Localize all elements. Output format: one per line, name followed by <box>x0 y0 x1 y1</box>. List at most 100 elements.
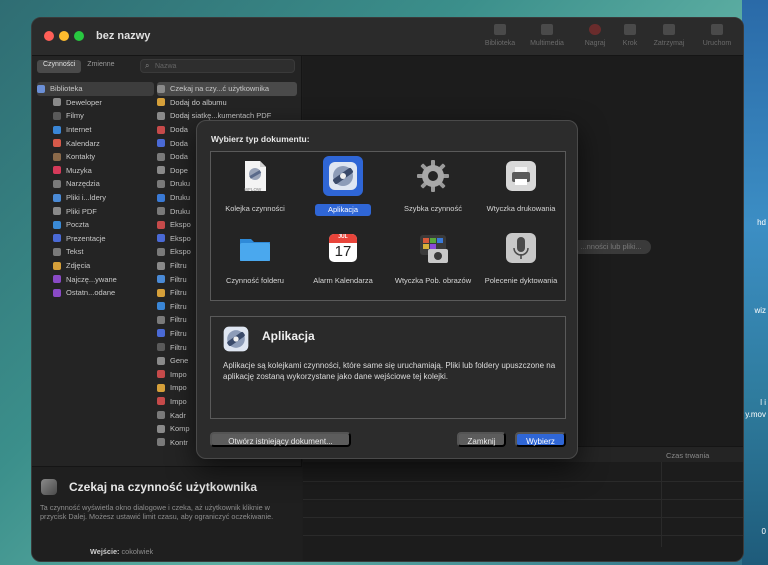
title-bar: bez nazwy Biblioteka Multimedia Nagraj K… <box>32 18 743 56</box>
action-icon <box>157 207 165 216</box>
tab-variables[interactable]: Zmienne <box>81 60 120 73</box>
log-row-divider <box>303 481 743 482</box>
action-item-label: Filtru <box>170 274 187 284</box>
action-item-label: Gene <box>170 356 189 366</box>
action-item[interactable]: Czekaj na czy...ć użytkownika <box>157 82 297 96</box>
action-item-label: Ekspo <box>170 233 191 243</box>
desktop-file-label: 0 <box>761 527 766 536</box>
type-application[interactable]: Aplikacja <box>299 156 387 227</box>
action-item-label: Filtru <box>170 261 187 271</box>
action-icon <box>157 220 165 229</box>
action-item-label: Ekspo <box>170 247 191 257</box>
stop-icon <box>663 24 675 35</box>
library-item[interactable]: Kontakty <box>37 150 154 164</box>
choose-button[interactable]: Wybierz <box>515 432 566 447</box>
info-text: Aplikacje są kolejkami czynności, które … <box>223 361 556 381</box>
desktop-file-label: wiz <box>754 306 766 315</box>
close-window-button[interactable] <box>44 31 54 41</box>
action-item-label: Doda <box>170 138 188 148</box>
action-icon <box>157 424 165 433</box>
action-item-label: Dope <box>170 165 188 175</box>
type-workflow[interactable]: WFLOW Kolejka czynności <box>211 157 299 227</box>
library-item[interactable]: Pliki i...ldery <box>37 191 154 205</box>
type-quick-action[interactable]: Szybka czynność <box>389 157 477 227</box>
library-icon <box>494 24 506 35</box>
action-item-label: Dodaj do albumu <box>170 97 227 107</box>
action-icon <box>157 261 165 270</box>
library-item-label: Deweloper <box>66 97 102 107</box>
search-field: ⌕ <box>140 59 295 73</box>
close-button[interactable]: Zamknij <box>457 432 506 447</box>
library-item[interactable]: Internet <box>37 123 154 137</box>
action-item-label: Druku <box>170 193 191 203</box>
folder-icon <box>240 239 270 261</box>
action-icon <box>157 411 165 420</box>
type-image-capture-plugin[interactable]: Wtyczka Pob. obrazów <box>389 229 477 299</box>
workflow-tag: WFLOW <box>244 187 262 192</box>
description-text: Ta czynność wyświetla okno dialogowe i c… <box>40 503 274 522</box>
action-icon <box>157 98 165 107</box>
type-print-plugin[interactable]: Wtyczka drukowania <box>477 157 565 227</box>
action-icon <box>157 125 165 134</box>
search-icon: ⌕ <box>145 61 150 70</box>
library-item[interactable]: Ostatn...odane <box>37 286 154 300</box>
toolbar-run-button[interactable]: Uruchom <box>694 24 740 54</box>
action-icon <box>157 275 165 284</box>
minimize-window-button[interactable] <box>59 31 69 41</box>
category-icon <box>53 152 61 161</box>
library-item-label: Zdjęcia <box>66 261 91 271</box>
category-icon <box>53 193 61 202</box>
toolbar-media-button[interactable]: Multimedia <box>524 24 570 54</box>
library-item[interactable]: Pliki PDF <box>37 204 154 218</box>
library-item[interactable]: Muzyka <box>37 164 154 178</box>
action-description-panel: Czekaj na czynność użytkownika Ta czynno… <box>32 466 302 561</box>
toolbar-library-button[interactable]: Biblioteka <box>477 24 523 54</box>
action-item-label: Filtru <box>170 315 187 325</box>
dialog-title: Wybierz typ dokumentu: <box>211 134 310 144</box>
action-item-label: Ekspo <box>170 220 191 230</box>
library-item-label: Ostatn...odane <box>66 288 116 298</box>
library-item-label: Biblioteka <box>50 84 83 94</box>
library-item[interactable]: Tekst <box>37 245 154 259</box>
wait-action-icon <box>41 479 57 495</box>
calendar-month: JUL <box>338 234 348 240</box>
library-item[interactable]: Poczta <box>37 218 154 232</box>
library-item-label: Kalendarz <box>66 138 100 148</box>
library-item[interactable]: Najczę...ywane <box>37 272 154 286</box>
automator-application-icon <box>223 326 249 352</box>
library-item[interactable]: Narzędzia <box>37 177 154 191</box>
action-item[interactable]: Dodaj do albumu <box>157 96 297 110</box>
run-icon <box>711 24 723 35</box>
open-existing-document-button[interactable]: Otwórz istniejący dokument... <box>210 432 351 447</box>
library-item[interactable]: Prezentacje <box>37 232 154 246</box>
library-list: Biblioteka Deweloper Filmy Internet Kalendar… <box>37 82 154 300</box>
type-dictation-command[interactable]: Polecenie dyktowania <box>477 229 565 299</box>
type-folder-action[interactable]: Czynność folderu <box>211 229 299 299</box>
microphone-icon <box>506 233 536 263</box>
toolbar-stop-button[interactable]: Zatrzymaj <box>646 24 692 54</box>
library-item[interactable]: Deweloper <box>37 96 154 110</box>
action-icon <box>157 343 165 352</box>
library-item[interactable]: Filmy <box>37 109 154 123</box>
image-capture-icon <box>420 235 448 263</box>
library-item[interactable]: Biblioteka <box>37 82 154 96</box>
action-icon <box>157 383 165 392</box>
category-icon <box>53 111 61 120</box>
action-icon <box>157 288 165 297</box>
library-item[interactable]: Zdjęcia <box>37 259 154 273</box>
search-input[interactable] <box>155 60 290 72</box>
type-calendar-alarm[interactable]: JUL 17 Alarm Kalendarza <box>299 229 387 299</box>
library-item-label: Prezentacje <box>66 233 106 243</box>
tab-actions[interactable]: Czynności <box>37 60 82 73</box>
category-icon <box>53 261 61 270</box>
action-item-label: Kontr <box>170 437 188 447</box>
action-icon <box>157 84 165 93</box>
library-item[interactable]: Kalendarz <box>37 136 154 150</box>
duration-column-header: Czas trwania <box>666 451 710 460</box>
action-item-label: Doda <box>170 152 188 162</box>
desktop-file-label: hd <box>757 218 766 227</box>
action-icon <box>157 152 165 161</box>
log-row-divider <box>303 517 743 518</box>
action-icon <box>157 166 165 175</box>
zoom-window-button[interactable] <box>74 31 84 41</box>
